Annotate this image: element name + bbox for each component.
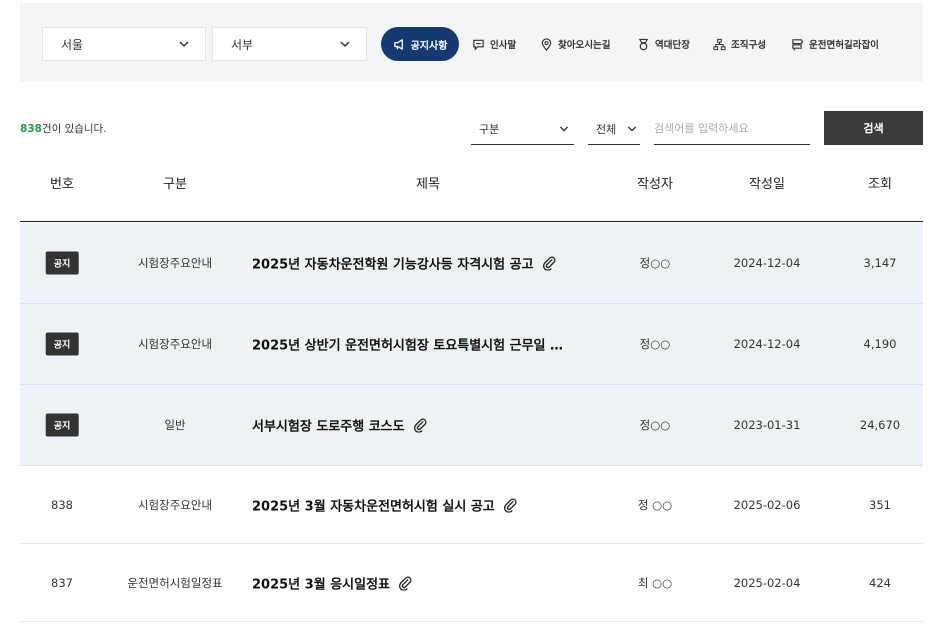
row-category: 시험장주요안내	[137, 256, 213, 270]
row-views: 4,190	[863, 337, 897, 351]
row-title-link[interactable]: 2025년 상반기 운전면허시험장 토요특별시험 근무일 …	[252, 335, 563, 354]
nav-organization-link[interactable]: 조직구성	[713, 27, 766, 61]
row-title: 서부시험장 도로주행 코스도	[252, 419, 405, 435]
row-title: 2025년 3월 응시일정표	[252, 577, 390, 592]
speech-bubble-icon	[473, 39, 484, 51]
header-views: 조회	[868, 177, 892, 192]
search-scope-select[interactable]: 전체	[588, 113, 640, 145]
header-category: 구분	[163, 177, 187, 192]
row-views: 24,670	[859, 418, 901, 432]
row-date: 2024-12-04	[733, 337, 801, 351]
row-date: 2024-12-04	[733, 256, 801, 270]
table-row[interactable]: 공지 시험장주요안내 2025년 자동차운전학원 기능강사등 자격시험 공고 정…	[20, 223, 923, 304]
signpost-icon	[792, 38, 804, 51]
paperclip-icon	[398, 576, 412, 590]
nav-history-label: 역대단장	[655, 40, 690, 51]
nav-history-link[interactable]: 역대단장	[637, 27, 690, 61]
search-input[interactable]	[654, 113, 810, 145]
header-date: 작성일	[749, 177, 785, 192]
chevron-down-icon	[340, 41, 350, 48]
notice-badge: 공지	[45, 251, 79, 275]
nav-greeting-label: 인사말	[490, 40, 517, 51]
category-filter-value: 구분	[479, 122, 500, 136]
row-author: 정○○	[639, 418, 671, 432]
result-count-suffix: 건이 있습니다.	[41, 123, 107, 135]
row-author: 정 ○○	[637, 497, 673, 512]
location-pin-icon	[541, 37, 552, 51]
megaphone-icon	[393, 38, 403, 50]
top-nav-bar: 서울 서부 공지사항 인사말 찾아오시는길 역대단장 조직구성 운전면허길라잡이	[20, 3, 923, 82]
header-number: 번호	[50, 177, 74, 192]
row-title-link[interactable]: 2025년 3월 자동차운전면허시험 실시 공고	[252, 495, 518, 514]
row-views: 3,147	[863, 256, 897, 270]
header-title: 제목	[416, 177, 440, 192]
row-views: 351	[869, 497, 891, 512]
row-author: 정○○	[639, 337, 671, 351]
chevron-down-icon	[179, 41, 189, 48]
nav-license-guide-link[interactable]: 운전면허길라잡이	[791, 27, 879, 61]
table-row[interactable]: 837 운전면허시험일정표 2025년 3월 응시일정표 최 ○○ 2025-0…	[20, 544, 923, 622]
row-author: 정○○	[639, 256, 671, 270]
paperclip-icon	[503, 498, 517, 512]
row-title: 2025년 자동차운전학원 기능강사등 자격시험 공고	[252, 257, 534, 273]
nav-license-guide-label: 운전면허길라잡이	[809, 40, 879, 51]
row-date: 2025-02-06	[733, 497, 801, 512]
result-count-number: 838	[20, 123, 42, 135]
table-row[interactable]: 838 시험장주요안내 2025년 3월 자동차운전면허시험 실시 공고 정 ○…	[20, 466, 923, 544]
branch-select-value: 서부	[231, 37, 254, 52]
org-chart-icon	[713, 38, 726, 50]
search-button[interactable]: 검색	[824, 111, 923, 145]
row-date: 2025-02-04	[733, 575, 801, 590]
row-title-link[interactable]: 2025년 자동차운전학원 기능강사등 자격시험 공고	[252, 254, 557, 273]
nav-organization-label: 조직구성	[731, 40, 766, 51]
row-number: 837	[51, 575, 73, 590]
row-title-link[interactable]: 2025년 3월 응시일정표	[252, 573, 413, 592]
chevron-down-icon	[628, 126, 636, 132]
medal-icon	[638, 38, 649, 50]
row-title: 2025년 3월 자동차운전면허시험 실시 공고	[252, 499, 495, 514]
nav-directions-label: 찾아오시는길	[558, 40, 611, 51]
nav-notice-label: 공지사항	[410, 40, 448, 52]
row-title: 2025년 상반기 운전면허시험장 토요특별시험 근무일 …	[252, 338, 564, 354]
search-scope-value: 전체	[596, 122, 617, 136]
table-header: 번호 구분 제목 작성자 작성일 조회	[20, 163, 923, 222]
row-category: 일반	[164, 418, 186, 432]
category-filter-select[interactable]: 구분	[471, 113, 574, 145]
city-select[interactable]: 서울	[42, 27, 206, 61]
table-row[interactable]: 공지 일반 서부시험장 도로주행 코스도 정○○ 2023-01-31 24,6…	[20, 385, 923, 466]
paperclip-icon	[413, 418, 427, 433]
row-category: 시험장주요안내	[137, 497, 213, 512]
nav-notice-button[interactable]: 공지사항	[381, 27, 459, 61]
branch-select[interactable]: 서부	[212, 27, 367, 61]
row-author: 최 ○○	[637, 575, 673, 590]
result-count: 838건이 있습니다.	[20, 121, 107, 136]
paperclip-icon	[542, 256, 556, 271]
row-title-link[interactable]: 서부시험장 도로주행 코스도	[252, 416, 428, 435]
row-category: 운전면허시험일정표	[127, 575, 223, 590]
notice-badge: 공지	[45, 332, 79, 356]
row-number: 838	[51, 497, 73, 512]
row-category: 시험장주요안내	[137, 337, 213, 351]
city-select-value: 서울	[61, 37, 84, 52]
row-date: 2023-01-31	[733, 418, 801, 432]
notice-badge: 공지	[45, 413, 79, 437]
table-row[interactable]: 공지 시험장주요안내 2025년 상반기 운전면허시험장 토요특별시험 근무일 …	[20, 304, 923, 385]
chevron-down-icon	[560, 126, 568, 132]
nav-greeting-link[interactable]: 인사말	[472, 27, 516, 61]
header-author: 작성자	[637, 177, 673, 192]
row-views: 424	[869, 575, 891, 590]
nav-directions-link[interactable]: 찾아오시는길	[540, 27, 610, 61]
